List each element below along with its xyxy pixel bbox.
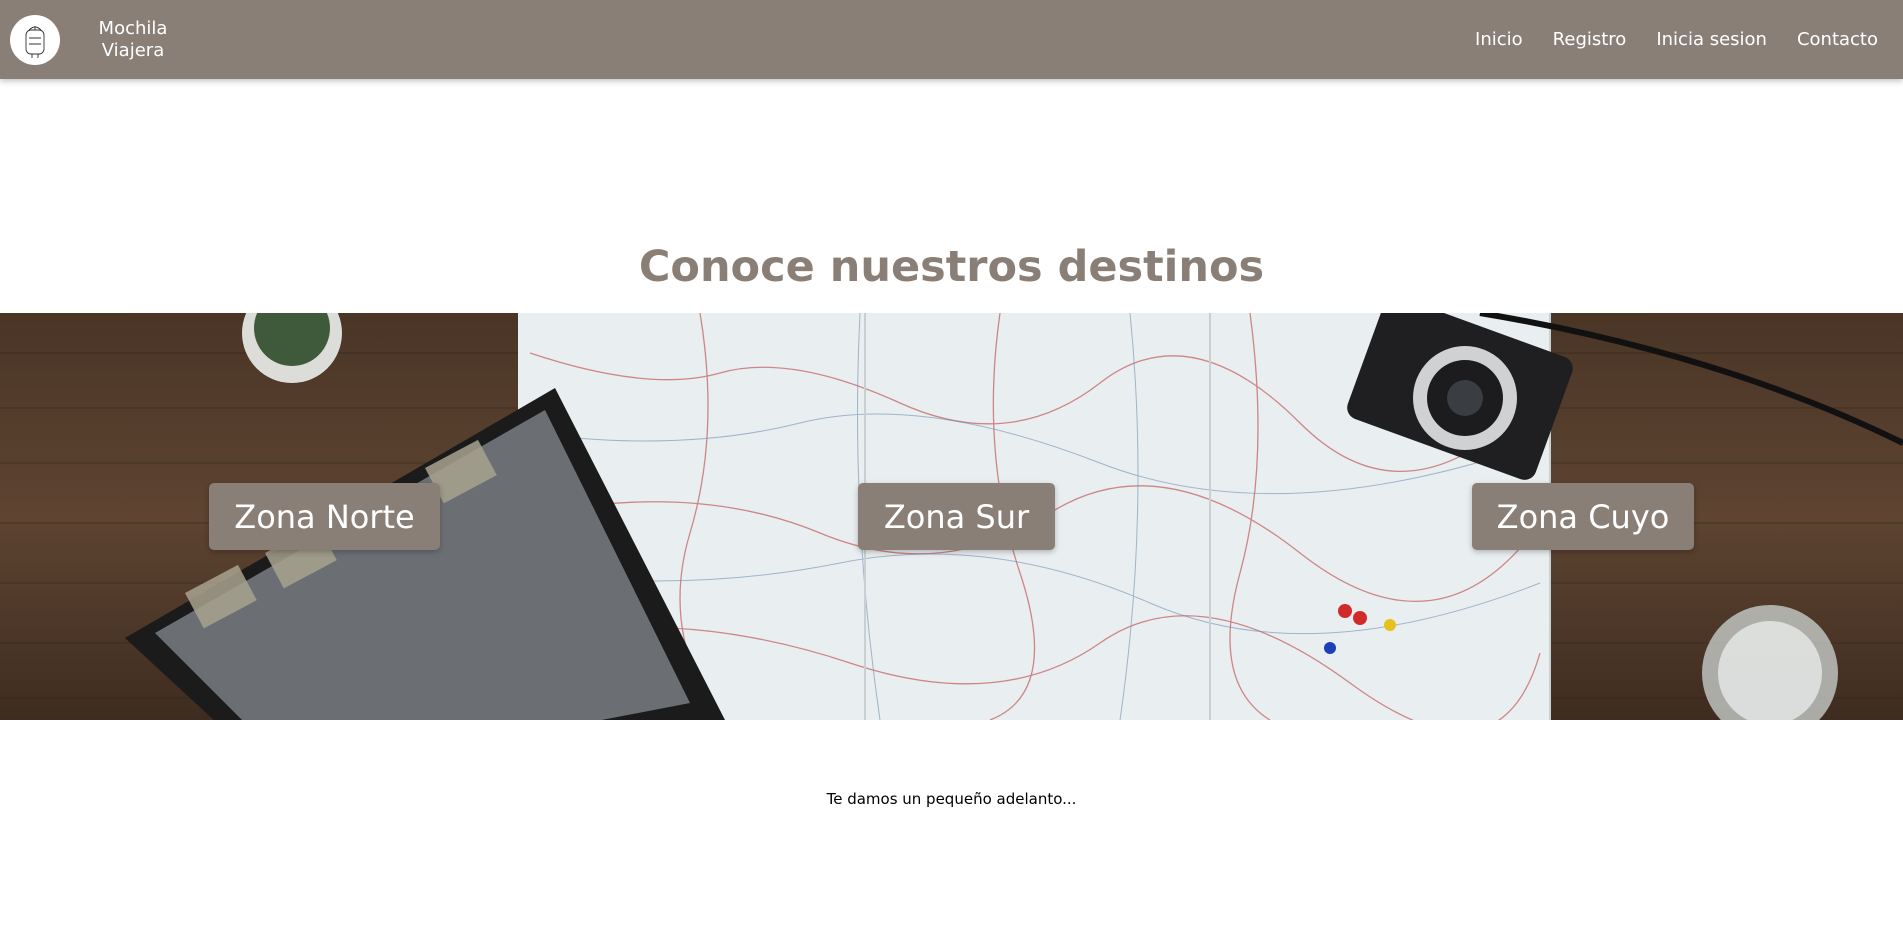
teaser-text: Te damos un pequeño adelanto... (826, 790, 1077, 808)
backpack-sketch-icon (10, 14, 60, 65)
brand-name: Mochila Viajera (98, 17, 168, 61)
navbar: Mochila Viajera Inicio Registro Inicia s… (0, 0, 1903, 79)
nav-registro[interactable]: Registro (1553, 29, 1627, 50)
main-nav: Inicio Registro Inicia sesion Contacto (1445, 29, 1903, 50)
section-title: Conoce nuestros destinos (638, 242, 1265, 292)
nav-inicio[interactable]: Inicio (1475, 29, 1523, 50)
zona-cuyo-button[interactable]: Zona Cuyo (1472, 483, 1694, 550)
zona-norte-button[interactable]: Zona Norte (209, 483, 440, 550)
brand-link[interactable]: Mochila Viajera (0, 0, 178, 79)
zona-sur-button[interactable]: Zona Sur (858, 483, 1055, 550)
nav-contacto[interactable]: Contacto (1797, 29, 1878, 50)
nav-inicia-sesion[interactable]: Inicia sesion (1656, 29, 1767, 50)
